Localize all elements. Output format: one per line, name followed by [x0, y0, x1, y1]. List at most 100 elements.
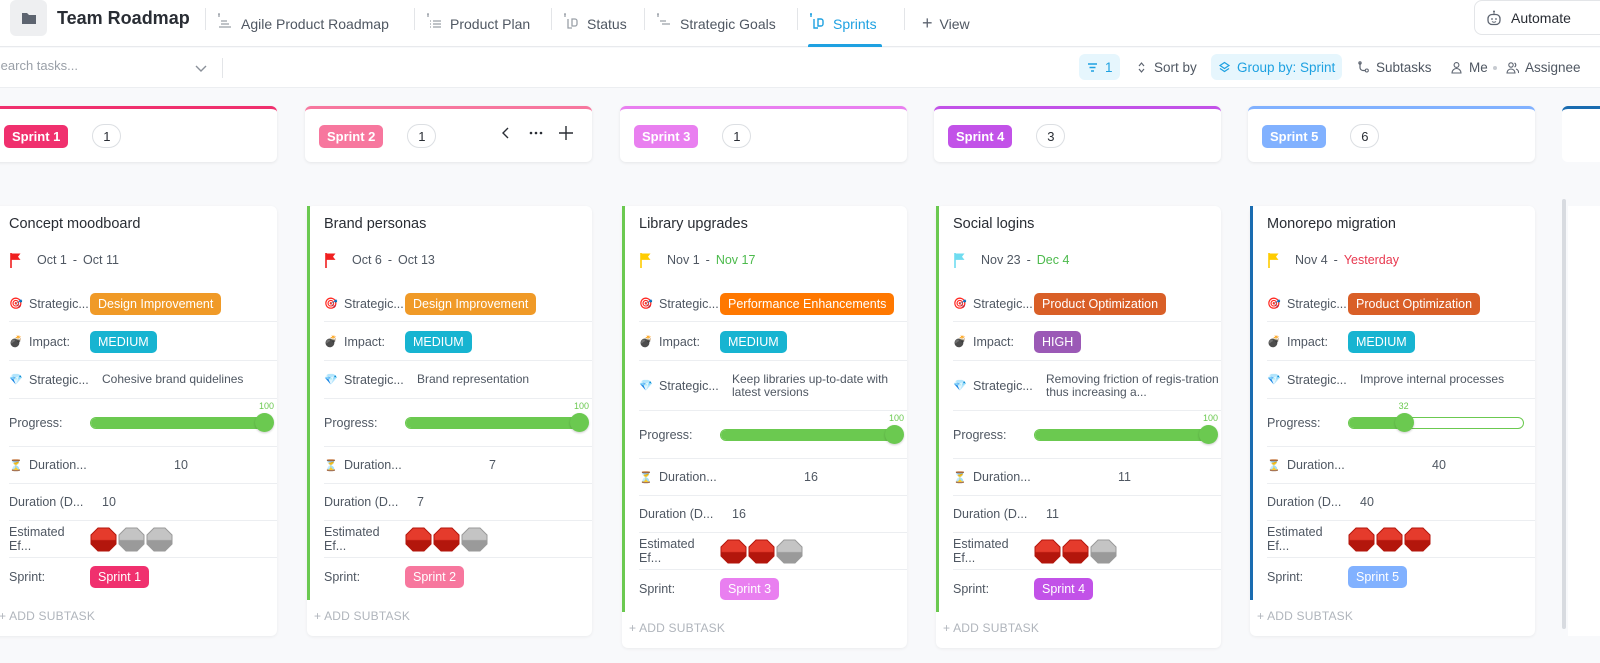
effort-rating[interactable]: [1348, 527, 1431, 552]
group-by-button[interactable]: Group by: Sprint: [1211, 54, 1343, 80]
sprint-pill[interactable]: Sprint 1: [90, 565, 150, 588]
board-icon: [564, 12, 578, 29]
plus-icon[interactable]: [558, 125, 574, 141]
column-scrollbar[interactable]: [1562, 199, 1566, 629]
impact-pill[interactable]: MEDIUM: [90, 330, 157, 353]
progress-handle[interactable]: [1199, 425, 1218, 444]
field-label: Impact:: [344, 334, 385, 349]
date-range[interactable]: Oct 6 - Oct 13: [324, 252, 435, 268]
progress-slider[interactable]: 100: [90, 401, 274, 432]
field-label: Strategic...: [659, 378, 719, 393]
sprint-badge[interactable]: Sprint 2: [319, 125, 384, 148]
duration-value: 11: [1118, 470, 1131, 484]
effort-rating[interactable]: [90, 527, 173, 552]
flag-icon: [10, 253, 21, 268]
card-title[interactable]: Library upgrades: [639, 216, 748, 232]
progress-slider[interactable]: 100: [405, 401, 589, 432]
objective-text[interactable]: Removing friction of regis-tration thus …: [1046, 372, 1221, 399]
field-duration-days: Duration (D... 7: [324, 484, 592, 521]
subtasks-button[interactable]: Subtasks: [1350, 54, 1439, 80]
impact-pill[interactable]: HIGH: [1034, 330, 1082, 353]
progress-value: 100: [1203, 413, 1219, 423]
progress-handle[interactable]: [255, 413, 274, 432]
sprint-badge[interactable]: Sprint 1: [4, 125, 69, 148]
tab-strategic-goals[interactable]: Strategic Goals: [655, 0, 776, 47]
assignee-button[interactable]: Assignee: [1499, 54, 1588, 80]
progress-handle[interactable]: [885, 425, 904, 444]
progress-slider[interactable]: 100: [1034, 413, 1218, 444]
task-card[interactable]: Monorepo migration Nov 4 - Yesterday 🎯 St…: [1250, 206, 1535, 636]
sprint-badge[interactable]: Sprint 5: [1262, 125, 1327, 148]
tab-sprints[interactable]: Sprints: [808, 0, 882, 47]
impact-pill[interactable]: MEDIUM: [720, 330, 787, 353]
card-title[interactable]: Monorepo migration: [1267, 216, 1396, 232]
add-subtask-button[interactable]: + ADD SUBTASK: [314, 609, 410, 623]
sprint-badge[interactable]: Sprint 4: [948, 125, 1013, 148]
add-view-button[interactable]: + View: [922, 0, 970, 47]
strategic-goal-pill[interactable]: Performance Enhancements: [720, 292, 895, 315]
objective-text[interactable]: Cohesive brand quidelines: [102, 373, 243, 386]
search-input[interactable]: Search tasks...: [0, 58, 78, 73]
objective-text[interactable]: Keep libraries up-to-date with latest ve…: [732, 372, 907, 399]
date-range[interactable]: Nov 23 - Dec 4: [953, 252, 1069, 268]
add-subtask-button[interactable]: + ADD SUBTASK: [629, 621, 725, 635]
effort-rating[interactable]: [405, 527, 488, 552]
start-date: Oct 6: [352, 253, 382, 267]
sprint-badge[interactable]: Sprint 3: [634, 125, 699, 148]
effort-rating[interactable]: [720, 539, 803, 564]
date-range[interactable]: Nov 4 - Yesterday: [1267, 252, 1399, 268]
folder-button[interactable]: [10, 0, 47, 36]
tab-agile-product-roadmap[interactable]: Agile Product Roadmap: [216, 0, 389, 47]
field-strategic-goal: 🎯 Strategic... Product Optimization: [1267, 286, 1535, 322]
date-range[interactable]: Oct 1 - Oct 11: [9, 252, 119, 268]
progress-handle[interactable]: [570, 413, 589, 432]
task-card[interactable]: Brand personas Oct 6 - Oct 13 🎯 Strategic…: [307, 206, 592, 636]
subtasks-label: Subtasks: [1376, 59, 1432, 75]
progress-slider[interactable]: 32: [1348, 401, 1524, 432]
add-subtask-button[interactable]: + ADD SUBTASK: [943, 621, 1039, 635]
progress-handle[interactable]: [1394, 413, 1414, 432]
impact-pill[interactable]: MEDIUM: [1348, 330, 1415, 353]
field-label: Impact:: [973, 334, 1014, 349]
field-label: Sprint:: [1267, 569, 1304, 584]
sprint-pill[interactable]: Sprint 3: [720, 577, 780, 600]
sprint-pill[interactable]: Sprint 2: [405, 565, 465, 588]
tab-product-plan[interactable]: Product Plan: [425, 0, 530, 47]
strategic-goal-pill[interactable]: Product Optimization: [1034, 292, 1167, 315]
strategic-goal-pill[interactable]: Design Improvement: [405, 292, 537, 315]
card-title[interactable]: Social logins: [953, 216, 1034, 232]
strategic-goal-pill[interactable]: Design Improvement: [90, 292, 222, 315]
effort-rating[interactable]: [1034, 539, 1117, 564]
card-title[interactable]: Brand personas: [324, 216, 426, 232]
add-subtask-button[interactable]: + ADD SUBTASK: [0, 609, 95, 623]
date-range[interactable]: Nov 1 - Nov 17: [639, 252, 755, 268]
task-card[interactable]: Concept moodboard Oct 1 - Oct 11 🎯 Strate…: [0, 206, 277, 636]
automate-button[interactable]: Automate: [1474, 0, 1600, 35]
objective-text[interactable]: Brand representation: [417, 373, 529, 386]
automate-label: Automate: [1511, 9, 1571, 26]
me-button[interactable]: Me: [1443, 54, 1495, 80]
subtasks-icon: [1358, 60, 1369, 72]
objective-text[interactable]: Improve internal processes: [1360, 373, 1504, 386]
task-card[interactable]: Library upgrades Nov 1 - Nov 17 🎯 Strateg…: [622, 206, 907, 648]
sprint-pill[interactable]: Sprint 5: [1348, 565, 1408, 588]
more-icon[interactable]: [528, 125, 544, 141]
add-subtask-button[interactable]: + ADD SUBTASK: [1257, 609, 1353, 623]
progress-slider[interactable]: 100: [720, 413, 904, 444]
filter-button[interactable]: 1: [1079, 54, 1120, 80]
impact-pill[interactable]: MEDIUM: [405, 330, 472, 353]
sprint-pill[interactable]: Sprint 4: [1034, 577, 1094, 600]
page-title: Team Roadmap: [57, 8, 190, 28]
tab-status[interactable]: Status: [562, 0, 627, 47]
task-card[interactable]: Social logins Nov 23 - Dec 4 🎯 Strategic.…: [936, 206, 1221, 648]
effort-filled-icon: [1404, 527, 1431, 551]
sort-button[interactable]: Sort by: [1128, 54, 1204, 80]
target-icon: 🎯: [1267, 298, 1281, 310]
me-label: Me: [1469, 59, 1488, 75]
bomb-icon: 💣: [953, 336, 967, 348]
strategic-goal-pill[interactable]: Product Optimization: [1348, 292, 1481, 315]
board-icon: [810, 12, 824, 29]
card-title[interactable]: Concept moodboard: [9, 216, 140, 232]
collapse-icon[interactable]: [498, 125, 514, 141]
chevron-down-icon[interactable]: [194, 61, 208, 75]
